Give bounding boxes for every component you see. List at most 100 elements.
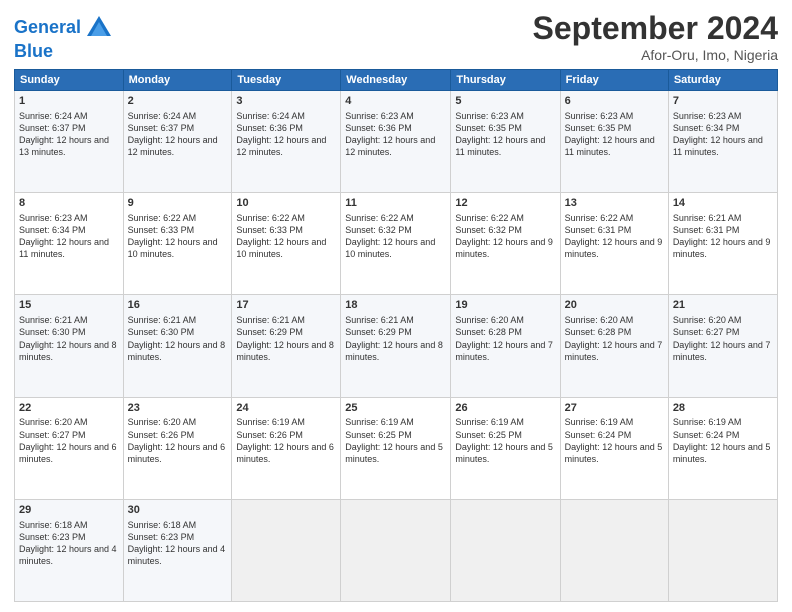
day-number: 19	[455, 298, 555, 313]
sunset-text: Sunset: 6:31 PM	[565, 225, 632, 235]
day-number: 14	[673, 196, 773, 211]
table-row: 22Sunrise: 6:20 AMSunset: 6:27 PMDayligh…	[15, 397, 124, 499]
sunset-text: Sunset: 6:26 PM	[128, 430, 195, 440]
daylight-text: Daylight: 12 hours and 4 minutes.	[128, 544, 226, 566]
table-row: 29Sunrise: 6:18 AMSunset: 6:23 PMDayligh…	[15, 499, 124, 601]
logo-text2: Blue	[14, 41, 53, 61]
table-row	[451, 499, 560, 601]
day-number: 30	[128, 503, 228, 518]
table-row: 1Sunrise: 6:24 AMSunset: 6:37 PMDaylight…	[15, 91, 124, 193]
logo-icon	[85, 14, 113, 42]
sunset-text: Sunset: 6:35 PM	[455, 123, 522, 133]
table-row: 21Sunrise: 6:20 AMSunset: 6:27 PMDayligh…	[668, 295, 777, 397]
daylight-text: Daylight: 12 hours and 12 minutes.	[236, 135, 326, 157]
table-row	[232, 499, 341, 601]
table-row	[560, 499, 668, 601]
day-number: 16	[128, 298, 228, 313]
sunset-text: Sunset: 6:29 PM	[236, 327, 303, 337]
day-number: 15	[19, 298, 119, 313]
sunrise-text: Sunrise: 6:21 AM	[128, 315, 197, 325]
sunrise-text: Sunrise: 6:19 AM	[236, 417, 305, 427]
sunset-text: Sunset: 6:25 PM	[455, 430, 522, 440]
daylight-text: Daylight: 12 hours and 8 minutes.	[128, 340, 226, 362]
col-tuesday: Tuesday	[232, 70, 341, 91]
day-number: 4	[345, 94, 446, 109]
day-number: 12	[455, 196, 555, 211]
day-number: 5	[455, 94, 555, 109]
sunrise-text: Sunrise: 6:19 AM	[673, 417, 742, 427]
logo: General Blue	[14, 14, 113, 62]
table-row: 16 Sunrise: 6:21 AM Sunset: 6:30 PM Dayligh…	[123, 295, 232, 397]
sunset-text: Sunset: 6:30 PM	[128, 327, 195, 337]
daylight-text: Daylight: 12 hours and 9 minutes.	[565, 237, 663, 259]
sunset-text: Sunset: 6:30 PM	[19, 327, 86, 337]
day-number: 24	[236, 401, 336, 416]
daylight-text: Daylight: 12 hours and 11 minutes.	[19, 237, 109, 259]
title-block: September 2024 Afor-Oru, Imo, Nigeria	[533, 10, 778, 63]
sunrise-text: Sunrise: 6:23 AM	[565, 111, 634, 121]
day-number: 1	[19, 94, 119, 109]
sunset-text: Sunset: 6:27 PM	[673, 327, 740, 337]
sunrise-text: Sunrise: 6:23 AM	[455, 111, 524, 121]
sunset-text: Sunset: 6:32 PM	[455, 225, 522, 235]
table-row	[668, 499, 777, 601]
table-row: 28Sunrise: 6:19 AM Sunset: 6:24 PM Dayligh…	[668, 397, 777, 499]
calendar-table: Sunday Monday Tuesday Wednesday Thursday…	[14, 69, 778, 602]
sunrise-text: Sunrise: 6:20 AM	[673, 315, 742, 325]
sunrise-text: Sunrise: 6:24 AM	[236, 111, 305, 121]
sunrise-text: Sunrise: 6:21 AM	[673, 213, 742, 223]
daylight-text: Daylight: 12 hours and 6 minutes.	[128, 442, 226, 464]
calendar-week-row: 22Sunrise: 6:20 AMSunset: 6:27 PMDayligh…	[15, 397, 778, 499]
col-wednesday: Wednesday	[341, 70, 451, 91]
table-row: 7Sunrise: 6:23 AMSunset: 6:34 PMDaylight…	[668, 91, 777, 193]
day-number: 27	[565, 401, 664, 416]
daylight-text: Daylight: 12 hours and 4 minutes.	[19, 544, 117, 566]
sunrise-text: Sunrise: 6:22 AM	[128, 213, 197, 223]
sunrise-text: Sunrise: 6:22 AM	[565, 213, 634, 223]
sunset-text: Sunset: 6:24 PM	[673, 430, 740, 440]
table-row: 4Sunrise: 6:23 AMSunset: 6:36 PMDaylight…	[341, 91, 451, 193]
table-row: 18Sunrise: 6:21 AMSunset: 6:29 PMDayligh…	[341, 295, 451, 397]
table-row: 9Sunrise: 6:22 AMSunset: 6:33 PMDaylight…	[123, 193, 232, 295]
daylight-text: Daylight: 12 hours and 10 minutes.	[128, 237, 218, 259]
day-number: 18	[345, 298, 446, 313]
sunset-text: Sunset: 6:26 PM	[236, 430, 303, 440]
day-number: 29	[19, 503, 119, 518]
daylight-text: Daylight: 12 hours and 9 minutes.	[673, 237, 771, 259]
day-number: 17	[236, 298, 336, 313]
table-row: 20Sunrise: 6:20 AMSunset: 6:28 PMDayligh…	[560, 295, 668, 397]
sunrise-text: Sunrise: 6:20 AM	[455, 315, 524, 325]
logo-text: General	[14, 18, 81, 38]
calendar-week-row: 8Sunrise: 6:23 AMSunset: 6:34 PMDaylight…	[15, 193, 778, 295]
day-number: 28	[673, 401, 773, 416]
day-number: 23	[128, 401, 228, 416]
sunrise-text: Sunrise: 6:19 AM	[345, 417, 414, 427]
sunset-text: Sunset: 6:23 PM	[128, 532, 195, 542]
table-row: 14 Sunrise: 6:21 AM Sunset: 6:31 PM Dayligh…	[668, 193, 777, 295]
sunset-text: Sunset: 6:27 PM	[19, 430, 86, 440]
daylight-text: Daylight: 12 hours and 5 minutes.	[673, 442, 771, 464]
daylight-text: Daylight: 12 hours and 8 minutes.	[345, 340, 443, 362]
day-number: 8	[19, 196, 119, 211]
sunset-text: Sunset: 6:31 PM	[673, 225, 740, 235]
sunset-text: Sunset: 6:28 PM	[565, 327, 632, 337]
day-number: 6	[565, 94, 664, 109]
sunrise-text: Sunrise: 6:23 AM	[19, 213, 88, 223]
sunrise-text: Sunrise: 6:21 AM	[345, 315, 414, 325]
table-row: 27Sunrise: 6:19 AMSunset: 6:24 PMDayligh…	[560, 397, 668, 499]
daylight-text: Daylight: 12 hours and 8 minutes.	[19, 340, 117, 362]
daylight-text: Daylight: 12 hours and 8 minutes.	[236, 340, 334, 362]
sunset-text: Sunset: 6:28 PM	[455, 327, 522, 337]
sunrise-text: Sunrise: 6:18 AM	[19, 520, 88, 530]
sunset-text: Sunset: 6:35 PM	[565, 123, 632, 133]
daylight-text: Daylight: 12 hours and 10 minutes.	[236, 237, 326, 259]
sunrise-text: Sunrise: 6:21 AM	[236, 315, 305, 325]
daylight-text: Daylight: 12 hours and 11 minutes.	[565, 135, 655, 157]
table-row: 19Sunrise: 6:20 AMSunset: 6:28 PMDayligh…	[451, 295, 560, 397]
daylight-text: Daylight: 12 hours and 11 minutes.	[455, 135, 545, 157]
sunrise-text: Sunrise: 6:19 AM	[565, 417, 634, 427]
daylight-text: Daylight: 12 hours and 12 minutes.	[345, 135, 435, 157]
daylight-text: Daylight: 12 hours and 5 minutes.	[345, 442, 443, 464]
calendar-week-row: 29 Sunrise: 6:18 AM Sunset: 6:23 PM Dayligh…	[15, 499, 778, 601]
sunset-text: Sunset: 6:37 PM	[19, 123, 86, 133]
